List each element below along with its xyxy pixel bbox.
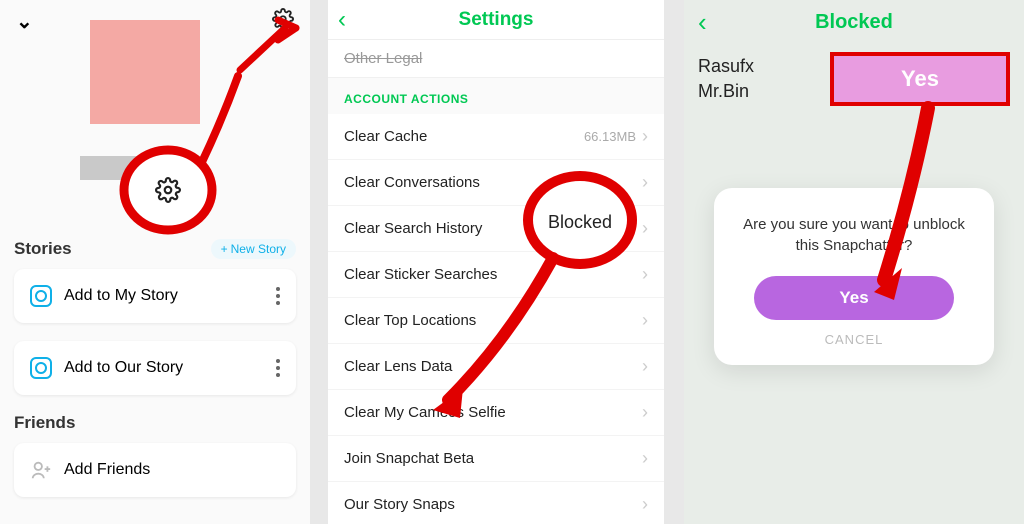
- settings-row-label: Clear Search History: [344, 220, 482, 237]
- settings-row-truncated[interactable]: Other Legal: [328, 40, 664, 78]
- blocked-panel: ‹ Blocked Rasufx Mr.Bin Yes Are you sure…: [684, 0, 1024, 524]
- settings-row[interactable]: Clear Conversations ›: [328, 160, 664, 206]
- dropdown-caret[interactable]: ⌄: [16, 9, 33, 34]
- settings-row[interactable]: Clear Cache 66.13MB ›: [328, 114, 664, 160]
- redacted-grey-block: [152, 156, 186, 180]
- unblock-modal: Are you sure you want to unblock this Sn…: [714, 188, 994, 365]
- add-our-story-row[interactable]: Add to Our Story: [14, 341, 296, 395]
- settings-row-label: Clear My Cameos Selfie: [344, 404, 506, 421]
- gear-icon[interactable]: [272, 8, 294, 35]
- account-actions-heading: ACCOUNT ACTIONS: [328, 78, 664, 114]
- blocked-user-row[interactable]: Rasufx: [698, 56, 754, 77]
- settings-row-meta: 66.13MB: [584, 129, 636, 144]
- settings-row[interactable]: Join Snapchat Beta ›: [328, 436, 664, 482]
- settings-row-label: Join Snapchat Beta: [344, 450, 474, 467]
- settings-row[interactable]: Clear My Cameos Selfie ›: [328, 390, 664, 436]
- cancel-button[interactable]: CANCEL: [734, 332, 974, 347]
- chevron-right-icon: ›: [642, 218, 648, 239]
- more-icon[interactable]: [276, 359, 280, 377]
- settings-row-label: Clear Lens Data: [344, 358, 452, 375]
- settings-panel: ‹ Settings Other Legal ACCOUNT ACTIONS C…: [328, 0, 664, 524]
- add-our-story-label: Add to Our Story: [64, 359, 183, 377]
- new-story-label: New Story: [231, 242, 286, 256]
- chevron-right-icon: ›: [642, 172, 648, 193]
- settings-row[interactable]: Our Story Snaps ›: [328, 482, 664, 524]
- add-friends-row[interactable]: Add Friends: [14, 443, 296, 497]
- settings-row-label: Clear Top Locations: [344, 312, 476, 329]
- more-icon[interactable]: [276, 287, 280, 305]
- stories-heading: Stories: [14, 239, 72, 259]
- settings-row-label: Clear Cache: [344, 128, 427, 145]
- settings-row[interactable]: Clear Sticker Searches ›: [328, 252, 664, 298]
- redacted-grey-block: [80, 156, 144, 180]
- chevron-right-icon: ›: [642, 126, 648, 147]
- profile-panel: ⌄ Stories + New Story Add to My Story Ad…: [0, 0, 310, 524]
- chevron-right-icon: ›: [642, 264, 648, 285]
- add-my-story-row[interactable]: Add to My Story: [14, 269, 296, 323]
- redacted-profile-block: [90, 20, 200, 124]
- yes-button[interactable]: Yes: [754, 276, 954, 320]
- new-story-button[interactable]: + New Story: [211, 239, 296, 259]
- blocked-names-list: Rasufx Mr.Bin: [698, 56, 754, 106]
- back-icon[interactable]: ‹: [698, 7, 707, 38]
- blocked-title: Blocked: [815, 11, 893, 34]
- back-icon[interactable]: ‹: [338, 6, 346, 34]
- chevron-right-icon: ›: [642, 448, 648, 469]
- add-friends-label: Add Friends: [64, 461, 150, 479]
- add-my-story-label: Add to My Story: [64, 287, 178, 305]
- chevron-right-icon: ›: [642, 402, 648, 423]
- add-friend-icon: [30, 459, 52, 481]
- modal-message: Are you sure you want to unblock this Sn…: [734, 214, 974, 256]
- chevron-right-icon: ›: [642, 494, 648, 515]
- settings-row[interactable]: Clear Top Locations ›: [328, 298, 664, 344]
- camera-icon: [30, 357, 52, 379]
- settings-row[interactable]: Clear Lens Data ›: [328, 344, 664, 390]
- blocked-user-row[interactable]: Mr.Bin: [698, 81, 754, 102]
- settings-row[interactable]: Clear Search History ›: [328, 206, 664, 252]
- chevron-right-icon: ›: [642, 356, 648, 377]
- plus-icon: +: [221, 242, 228, 256]
- friends-heading: Friends: [14, 413, 296, 433]
- settings-row-label: Clear Sticker Searches: [344, 266, 497, 283]
- yes-callout-box: Yes: [830, 52, 1010, 106]
- camera-icon: [30, 285, 52, 307]
- settings-row-label: Our Story Snaps: [344, 496, 455, 513]
- chevron-right-icon: ›: [642, 310, 648, 331]
- settings-row-label: Clear Conversations: [344, 174, 480, 191]
- settings-title: Settings: [459, 9, 534, 31]
